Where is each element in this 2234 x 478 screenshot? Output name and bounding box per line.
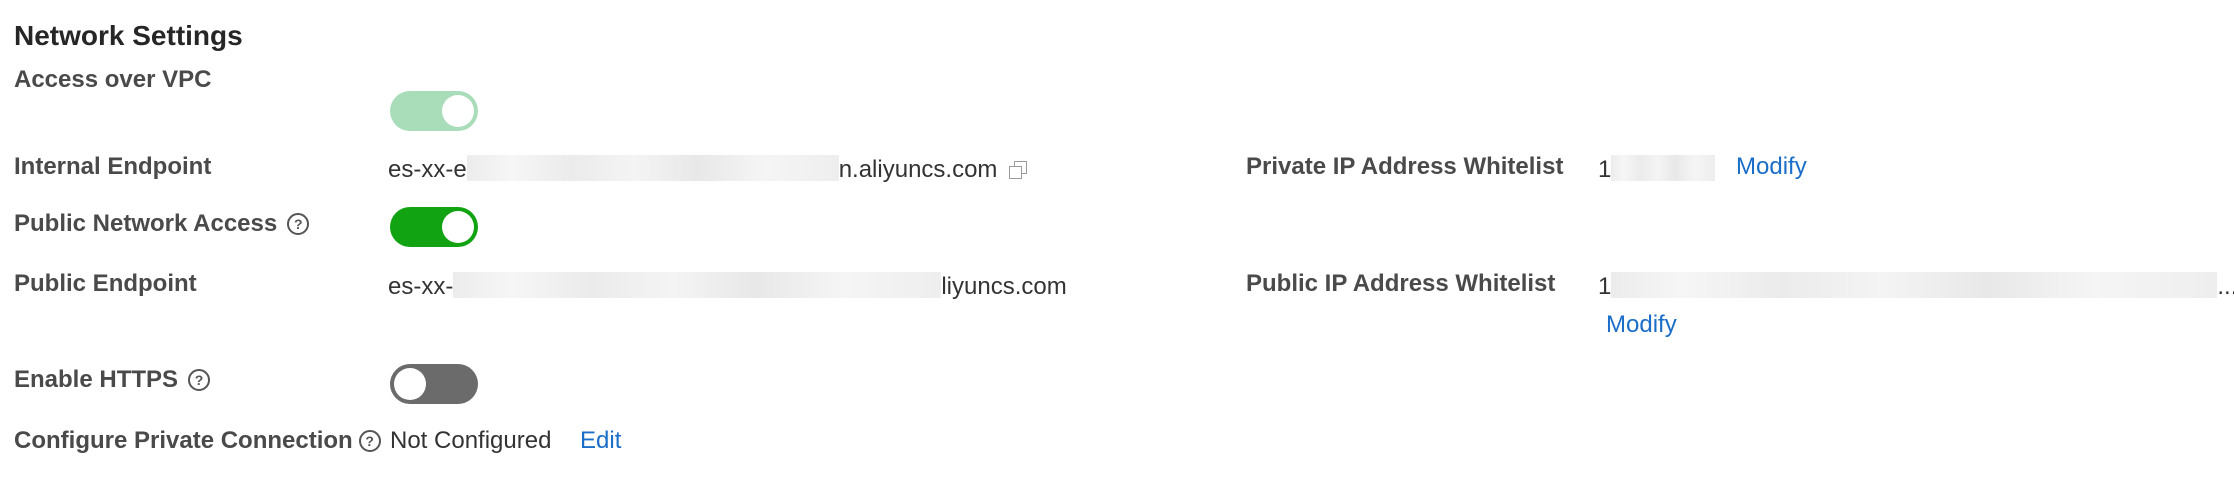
public-endpoint-label: Public Endpoint [14,270,197,297]
internal-endpoint-prefix: es-xx-e [388,156,467,183]
masked-text [1611,272,2218,298]
public-access-label-text: Public Network Access [14,210,278,237]
help-icon[interactable]: ? [188,369,211,391]
public-endpoint-value: es-xx-liyuncs.com [388,272,1067,299]
public-whitelist-label: Public IP Address Whitelist [1246,270,1556,297]
public-whitelist-modify-link[interactable]: Modify [1606,313,1677,337]
toggle-knob [442,211,474,243]
internal-endpoint-label: Internal Endpoint [14,153,212,180]
https-label: Enable HTTPS? [14,366,211,393]
private-connection-label: Configure Private Connection? [14,429,381,453]
public-whitelist-value: 1... [1598,272,2234,299]
private-whitelist-modify-link[interactable]: Modify [1736,155,1807,179]
copy-icon[interactable] [1009,161,1028,179]
section-title: Network Settings [14,20,243,51]
masked-text [1611,155,1716,181]
public-access-toggle[interactable] [390,207,478,247]
help-icon[interactable]: ? [287,213,310,235]
internal-endpoint-suffix: n.aliyuncs.com [838,156,998,183]
help-icon[interactable]: ? [358,430,381,452]
private-whitelist-label: Private IP Address Whitelist [1246,153,1564,180]
private-connection-edit-link[interactable]: Edit [580,429,621,453]
private-whitelist-value: 1 [1598,155,1716,183]
masked-text [466,155,839,181]
public-endpoint-suffix: liyuncs.com [941,273,1067,300]
vpc-access-label: Access over VPC [14,66,212,93]
private-connection-label-text: Configure Private Connection [14,427,353,454]
private-whitelist-prefix: 1 [1598,156,1612,183]
toggle-knob [394,368,426,400]
public-whitelist-prefix: 1 [1598,273,1612,300]
public-whitelist-ellipsis: ... [2217,273,2234,300]
private-connection-status: Not Configured [390,427,552,454]
vpc-access-toggle[interactable] [390,91,478,131]
toggle-knob [442,95,474,127]
public-endpoint-prefix: es-xx- [388,273,454,300]
https-label-text: Enable HTTPS [14,366,179,393]
internal-endpoint-value: es-xx-e n.aliyuncs.com [388,155,1028,183]
https-toggle[interactable] [390,364,478,404]
public-access-label: Public Network Access? [14,210,310,237]
masked-text [453,272,942,298]
